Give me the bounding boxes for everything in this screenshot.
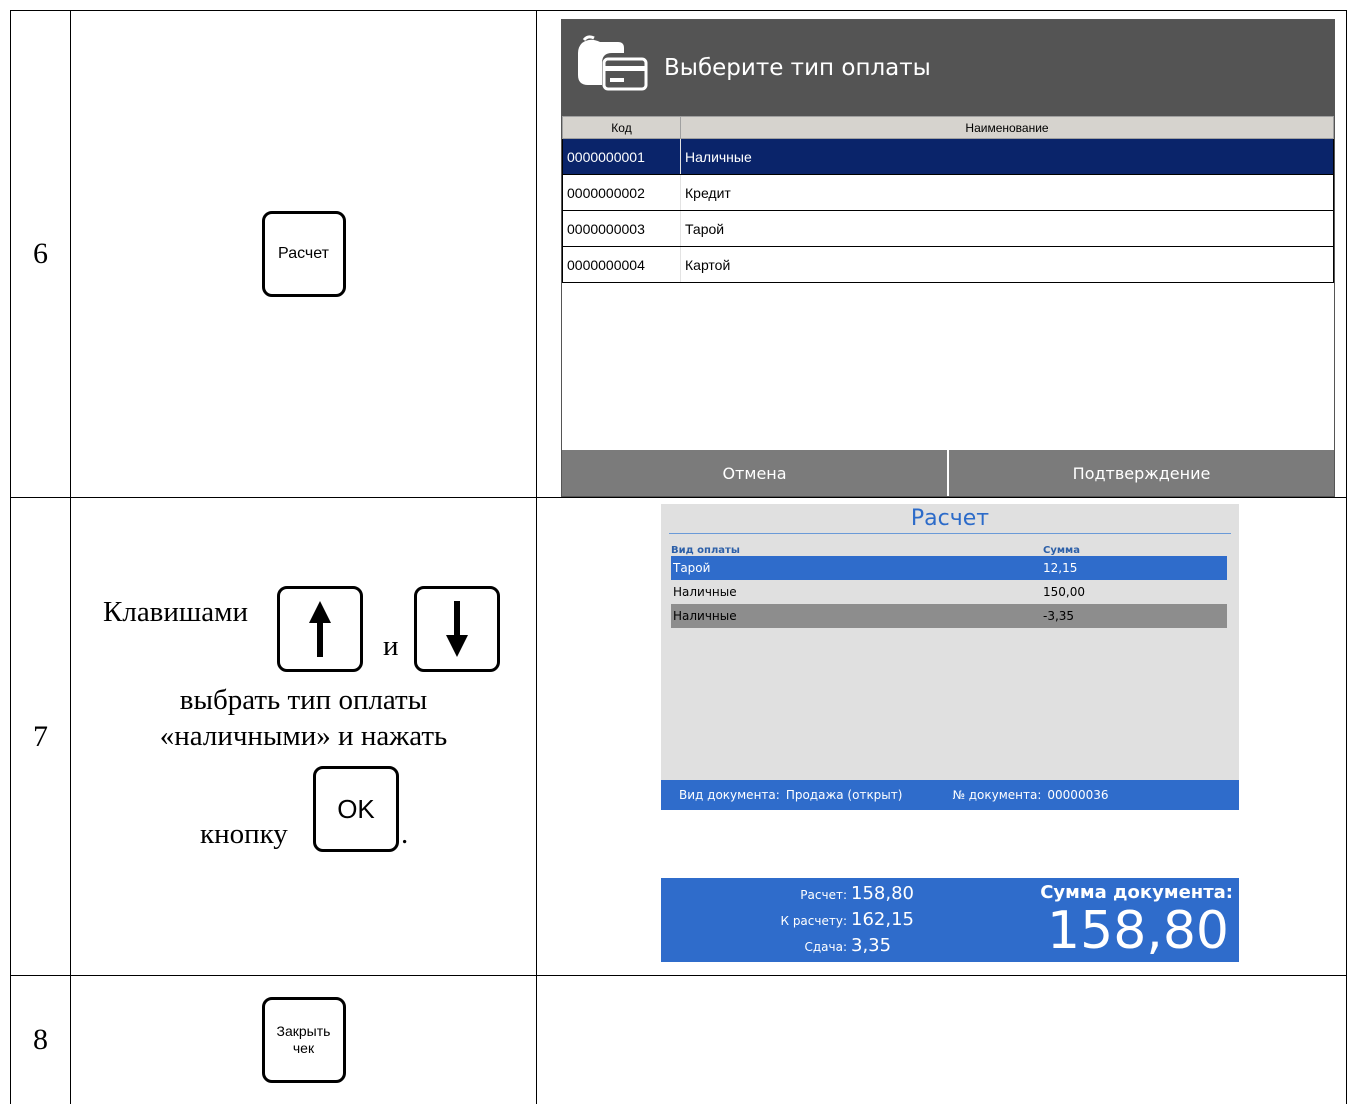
payment-sum: 12,15 — [1043, 561, 1078, 575]
step-number: 8 — [10, 975, 71, 1104]
calc-key-label: Расчет — [278, 245, 329, 262]
payment-row[interactable]: Наличные -3,35 — [671, 604, 1227, 628]
close-receipt-key: Закрыть чек — [261, 997, 346, 1083]
payment-type: Тарой — [673, 561, 711, 575]
settlement-title: Расчет — [669, 504, 1231, 534]
to-pay-value: 162,15 — [851, 909, 914, 930]
cancel-button[interactable]: Отмена — [562, 450, 947, 496]
row-code: 0000000001 — [562, 138, 681, 175]
arrow-down-icon — [446, 601, 468, 657]
calc-label: Расчет: — [800, 888, 847, 902]
table-row[interactable]: 0000000004 Картой — [562, 246, 1334, 283]
row-name: Тарой — [680, 210, 1334, 247]
table-row[interactable]: 0000000001 Наличные — [562, 138, 1334, 175]
column-header-name[interactable]: Наименование — [680, 116, 1334, 139]
instruction-line-1: Клавишами — [103, 594, 248, 630]
empty-cell — [536, 975, 1347, 1104]
change-label: Сдача: — [804, 940, 847, 954]
calc-key: Расчет — [261, 211, 346, 297]
arrow-up-icon — [309, 601, 331, 657]
column-header-type: Вид оплаты — [671, 545, 740, 556]
to-pay-label: К расчету: — [780, 914, 847, 928]
document-sum-value: 158,80 — [1047, 901, 1229, 961]
dialog-footer: Отмена Подтверждение — [562, 450, 1334, 496]
totals-panel: Расчет: 158,80 К расчету: 162,15 Сдача: … — [661, 878, 1239, 962]
payment-type: Наличные — [673, 585, 737, 599]
table-row[interactable]: 0000000002 Кредит — [562, 174, 1334, 211]
arrow-down-key — [414, 586, 500, 672]
instruction-text: Клавишами — [103, 596, 248, 628]
confirm-button[interactable]: Подтверждение — [947, 450, 1334, 496]
row-name: Наличные — [680, 138, 1334, 175]
row-code: 0000000004 — [562, 246, 681, 283]
ok-key: OK — [313, 766, 399, 852]
doc-type-label: Вид документа: — [679, 788, 780, 802]
document-info-bar: Вид документа: Продажа (открыт) № докуме… — [661, 780, 1239, 810]
close-receipt-key-label: Закрыть чек — [276, 1023, 331, 1056]
instruction-text: . — [401, 818, 409, 850]
change-value: 3,35 — [851, 935, 892, 956]
step-number: 6 — [10, 10, 71, 498]
instruction-line-2: выбрать тип оплаты — [179, 684, 428, 716]
column-header-sum: Сумма — [1043, 545, 1080, 556]
doc-number-value: 00000036 — [1047, 788, 1109, 802]
payment-sum: -3,35 — [1043, 609, 1075, 623]
conjunction-text: и — [383, 630, 399, 662]
calc-value: 158,80 — [851, 883, 914, 904]
table-row[interactable]: 0000000003 Тарой — [562, 210, 1334, 247]
dialog-header: Выберите тип оплаты — [562, 20, 1334, 116]
payment-type-dialog: Выберите тип оплаты Код Наименование 000… — [561, 19, 1335, 497]
row-code: 0000000003 — [562, 210, 681, 247]
wallet-card-icon — [574, 34, 652, 102]
payment-type-table: Код Наименование 0000000001 Наличные 000… — [562, 116, 1334, 283]
row-name: Картой — [680, 246, 1334, 283]
row-name: Кредит — [680, 174, 1334, 211]
step-number: 7 — [10, 497, 71, 976]
settlement-screen: Расчет Вид оплаты Сумма Тарой 12,15 Нали… — [661, 504, 1239, 962]
payment-row[interactable]: Наличные 150,00 — [671, 580, 1227, 604]
doc-type-value: Продажа (открыт) — [785, 788, 903, 802]
arrow-up-key — [277, 586, 363, 672]
doc-number-label: № документа: — [952, 788, 1042, 802]
dialog-title: Выберите тип оплаты — [664, 55, 931, 81]
ok-key-label: OK — [337, 794, 375, 824]
payment-row[interactable]: Тарой 12,15 — [671, 556, 1227, 580]
instruction-text: кнопку — [200, 818, 288, 850]
info-area — [661, 810, 1239, 878]
row-code: 0000000002 — [562, 174, 681, 211]
payment-type: Наличные — [673, 609, 737, 623]
instruction-line-3: «наличными» и нажать — [159, 720, 448, 752]
payment-sum: 150,00 — [1043, 585, 1085, 599]
column-header-code[interactable]: Код — [562, 116, 681, 139]
settlement-columns: Вид оплаты Сумма — [661, 534, 1239, 556]
